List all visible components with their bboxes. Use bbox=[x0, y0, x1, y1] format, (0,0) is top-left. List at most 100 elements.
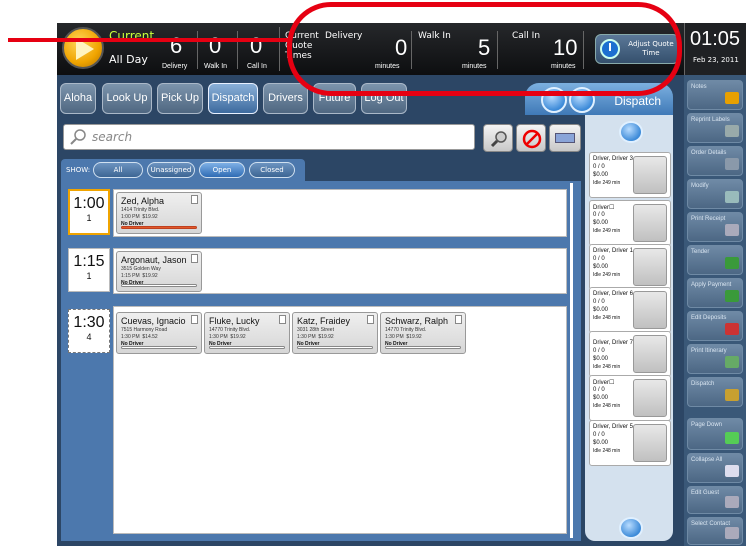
driver-slot[interactable] bbox=[633, 424, 667, 462]
driver-card[interactable]: Driver, Driver 5 0 / 0 $0.00 Idle 248 mi… bbox=[589, 420, 671, 466]
order-card[interactable]: Argonaut, Jason 3515 Golden Way 1:15 PM … bbox=[116, 251, 202, 292]
driver-orders: 0 / 0 bbox=[593, 212, 605, 218]
time-slot[interactable]: 1:00 1 bbox=[68, 189, 110, 235]
driver-card[interactable]: Driver, Driver 7 0 / 0 $0.00 Idle 248 mi… bbox=[589, 331, 671, 377]
divider bbox=[279, 27, 280, 71]
page-down-button[interactable]: Page Down bbox=[687, 418, 743, 450]
driver-idle: Idle 248 min bbox=[593, 448, 621, 454]
driver-slot[interactable] bbox=[633, 291, 667, 329]
keyboard-button[interactable] bbox=[549, 124, 581, 152]
modify-button[interactable]: Modify bbox=[687, 179, 743, 209]
callin-count: 0 bbox=[250, 33, 263, 58]
order-card[interactable]: Katz, Fraidey 3031 28th Street 1:30 PM $… bbox=[292, 312, 378, 354]
document-icon bbox=[367, 315, 374, 324]
dispatch-icon bbox=[725, 389, 739, 401]
itinerary-icon bbox=[725, 356, 739, 368]
money-icon bbox=[725, 257, 739, 269]
order-progress-bar bbox=[209, 346, 285, 349]
time-slot[interactable]: 1:30 4 bbox=[68, 309, 110, 353]
order-card[interactable]: Cuevas, Ignacio 7515 Harmony Road 1:30 P… bbox=[116, 312, 202, 354]
nav-aloha[interactable]: Aloha bbox=[60, 83, 96, 114]
collapse-all-button[interactable]: Collapse All bbox=[687, 453, 743, 483]
driver-name: Driver, Driver 5 bbox=[593, 424, 634, 430]
nav-dispatch[interactable]: Dispatch bbox=[208, 83, 258, 114]
filter-unassigned[interactable]: Unassigned bbox=[147, 162, 195, 178]
driver-orders: 0 / 0 bbox=[593, 256, 605, 262]
reprint-labels-button[interactable]: Reprint Labels bbox=[687, 113, 743, 143]
order-name: Argonaut, Jason bbox=[121, 255, 187, 265]
order-details-button[interactable]: Order Details bbox=[687, 146, 743, 176]
driver-slot[interactable] bbox=[633, 335, 667, 373]
order-card[interactable]: Zed, Alpha 1414 Trinity Blvd. 1:00 PM $1… bbox=[116, 192, 202, 234]
order-card[interactable]: Schwarz, Ralph 14770 Trinity Blvd. 1:30 … bbox=[380, 312, 466, 354]
order-details-label: Order Details bbox=[691, 150, 727, 156]
order-time-amount: 1:30 PM $19.92 bbox=[209, 334, 246, 340]
driver-orders: 0 / 0 bbox=[593, 432, 605, 438]
driver-slot[interactable] bbox=[633, 248, 667, 286]
edit-guest-button[interactable]: Edit Guest bbox=[687, 486, 743, 514]
driver-card[interactable]: Driver, Driver 1 0 / 0 $0.00 Idle 249 mi… bbox=[589, 244, 671, 290]
scroll-down-icon[interactable] bbox=[619, 517, 643, 539]
pencil-icon bbox=[725, 191, 739, 203]
filter-closed[interactable]: Closed bbox=[249, 162, 295, 178]
print-receipt-button[interactable]: Print Receipt bbox=[687, 212, 743, 242]
driver-card[interactable]: Driver☐ 0 / 0 $0.00 Idle 248 min bbox=[589, 375, 671, 421]
driver-slot[interactable] bbox=[633, 204, 667, 242]
print-itinerary-label: Print Itinerary bbox=[691, 348, 727, 354]
time-slot-count: 4 bbox=[86, 332, 92, 342]
search-icon bbox=[70, 129, 86, 145]
order-card[interactable]: Fluke, Lucky 14770 Trinity Blvd. 1:30 PM… bbox=[204, 312, 290, 354]
play-icon[interactable] bbox=[62, 27, 104, 69]
show-label: SHOW: bbox=[66, 166, 91, 174]
edit-deposits-button[interactable]: Edit Deposits bbox=[687, 311, 743, 341]
driver-idle: Idle 249 min bbox=[593, 228, 621, 234]
select-contact-label: Select Contact bbox=[691, 521, 731, 527]
time-slot[interactable]: 1:15 1 bbox=[68, 248, 110, 292]
order-address: 3031 28th Street bbox=[297, 327, 334, 333]
clear-search-button[interactable] bbox=[516, 124, 546, 152]
filter-all[interactable]: All bbox=[93, 162, 143, 178]
filter-open[interactable]: Open bbox=[199, 162, 245, 178]
order-time: 1:15 PM bbox=[121, 273, 140, 279]
modify-label: Modify bbox=[691, 183, 709, 189]
lookup-search-button[interactable] bbox=[483, 124, 513, 152]
document-icon bbox=[191, 315, 198, 324]
order-progress-bar bbox=[385, 346, 461, 349]
driver-idle: Idle 248 min bbox=[593, 315, 621, 321]
nav-drivers[interactable]: Drivers bbox=[263, 83, 308, 114]
nav-pick-up[interactable]: Pick Up bbox=[157, 83, 203, 114]
tender-button[interactable]: Tender bbox=[687, 245, 743, 275]
driver-amount: $0.00 bbox=[593, 220, 609, 226]
driver-name: Driver, Driver 1 bbox=[593, 248, 634, 254]
deposit-icon bbox=[725, 323, 739, 335]
order-name: Cuevas, Ignacio bbox=[121, 316, 186, 326]
driver-orders: 0 / 0 bbox=[593, 164, 605, 170]
order-name: Zed, Alpha bbox=[121, 196, 165, 206]
document-icon bbox=[191, 254, 198, 263]
annotation-line bbox=[8, 38, 290, 42]
guest-icon bbox=[725, 496, 739, 508]
driver-slot[interactable] bbox=[633, 379, 667, 417]
driver-card[interactable]: Driver☐ 0 / 0 $0.00 Idle 249 min bbox=[589, 200, 671, 246]
select-contact-button[interactable]: Select Contact bbox=[687, 517, 743, 545]
tender-label: Tender bbox=[691, 249, 710, 255]
time-slot-time: 1:15 bbox=[73, 253, 105, 270]
scroll-up-icon[interactable] bbox=[619, 121, 643, 143]
notes-button[interactable]: Notes bbox=[687, 80, 743, 110]
driver-amount: $0.00 bbox=[593, 307, 609, 313]
arrow-down-icon bbox=[725, 432, 739, 444]
driver-slot[interactable] bbox=[633, 156, 667, 194]
print-itinerary-button[interactable]: Print Itinerary bbox=[687, 344, 743, 374]
search-placeholder: search bbox=[92, 130, 133, 144]
dispatch-button[interactable]: Dispatch bbox=[687, 377, 743, 407]
search-input[interactable]: search bbox=[63, 124, 475, 150]
driver-amount: $0.00 bbox=[593, 172, 609, 178]
apply-payment-button[interactable]: Apply Payment bbox=[687, 278, 743, 308]
driver-card[interactable]: Driver, Driver 6 0 / 0 $0.00 Idle 248 mi… bbox=[589, 287, 671, 333]
print-receipt-label: Print Receipt bbox=[691, 216, 726, 222]
magnifier-icon bbox=[725, 158, 739, 170]
list-scrollbar[interactable] bbox=[570, 183, 573, 538]
nav-look-up[interactable]: Look Up bbox=[102, 83, 152, 114]
order-name: Katz, Fraidey bbox=[297, 316, 351, 326]
driver-card[interactable]: Driver, Driver 3 0 / 0 $0.00 Idle 249 mi… bbox=[589, 152, 671, 198]
